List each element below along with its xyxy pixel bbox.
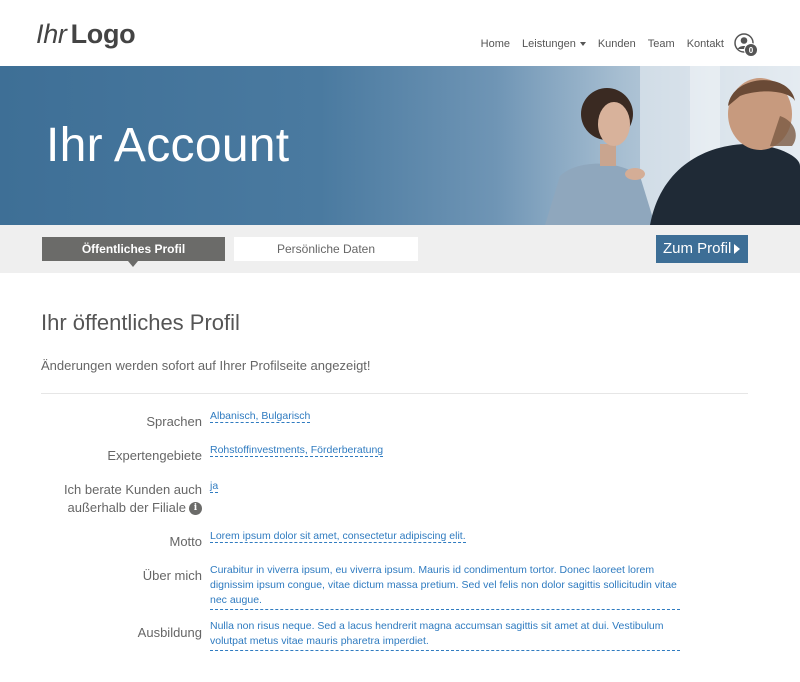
expertise-value-text: Rohstoffinvestments, Förderberatung [210, 444, 384, 457]
tab-pointer-icon [128, 261, 138, 267]
tab-bar: Öffentliches Profil Persönliche Daten Zu… [0, 225, 800, 273]
logo-text-2: Logo [70, 19, 136, 49]
nav-item-kontakt[interactable]: Kontakt [687, 38, 724, 50]
page-title: Ihr Account [46, 119, 290, 172]
languages-label: Sprachen [146, 414, 202, 429]
site-header: Ihr Logo Home Leistungen Kunden Team Kont… [0, 0, 800, 66]
logo[interactable]: Ihr Logo [36, 19, 136, 50]
info-icon[interactable]: i [189, 502, 202, 516]
outside-branch-value[interactable]: ja [210, 479, 219, 494]
tab-public-profile[interactable]: Öffentliches Profil [42, 237, 225, 267]
education-value[interactable]: Nulla non risus neque. Sed a lacus hendr… [210, 619, 680, 651]
tab-public-profile-label: Öffentliches Profil [81, 242, 186, 256]
motto-value-text: Lorem ipsum dolor sit amet, consectetur … [210, 530, 466, 543]
nav-item-leistungen[interactable]: Leistungen [522, 38, 586, 50]
outside-branch-label-line2-text: außerhalb der Filiale [67, 500, 186, 515]
chevron-down-icon [579, 42, 586, 47]
nav-item-team[interactable]: Team [648, 38, 675, 50]
education-label: Ausbildung [137, 625, 202, 640]
tab-personal-data-label: Persönliche Daten [276, 242, 376, 256]
logo-text-1: Ihr [36, 19, 67, 49]
nav-item-kunden[interactable]: Kunden [598, 38, 636, 50]
view-profile-label: Zum Profil [663, 240, 732, 257]
notice-text: Änderungen werden sofort auf Ihrer Profi… [41, 358, 371, 373]
nav-item-home[interactable]: Home [481, 38, 510, 50]
main-nav: Home Leistungen Kunden Team Kontakt [481, 38, 724, 50]
tab-personal-data[interactable]: Persönliche Daten [234, 237, 418, 261]
hero-banner: Ihr Account [0, 66, 800, 225]
expertise-value[interactable]: Rohstoffinvestments, Förderberatung [210, 443, 384, 458]
expertise-label: Expertengebiete [107, 448, 202, 463]
view-profile-button[interactable]: Zum Profil [656, 235, 748, 263]
divider [41, 393, 748, 394]
about-value[interactable]: Curabitur in viverra ipsum, eu viverra i… [210, 563, 680, 610]
motto-label: Motto [169, 534, 202, 549]
languages-value[interactable]: Albanisch, Bulgarisch [210, 409, 311, 424]
about-label: Über mich [142, 568, 202, 583]
nav-item-leistungen-label: Leistungen [522, 38, 576, 50]
outside-branch-label: Ich berate Kunden auch außerhalb der Fil… [64, 481, 202, 517]
user-account-button[interactable]: 0 [734, 33, 760, 59]
motto-value[interactable]: Lorem ipsum dolor sit amet, consectetur … [210, 529, 466, 544]
languages-value-text: Albanisch, Bulgarisch [210, 410, 311, 423]
outside-branch-label-line1: Ich berate Kunden auch [63, 482, 202, 497]
outside-branch-value-text: ja [210, 480, 219, 493]
chevron-right-icon [734, 244, 741, 255]
outside-branch-label-line2: außerhalb der Filiale i [64, 499, 202, 517]
cart-count-badge: 0 [744, 43, 758, 57]
section-title: Ihr öffentliches Profil [41, 310, 240, 335]
